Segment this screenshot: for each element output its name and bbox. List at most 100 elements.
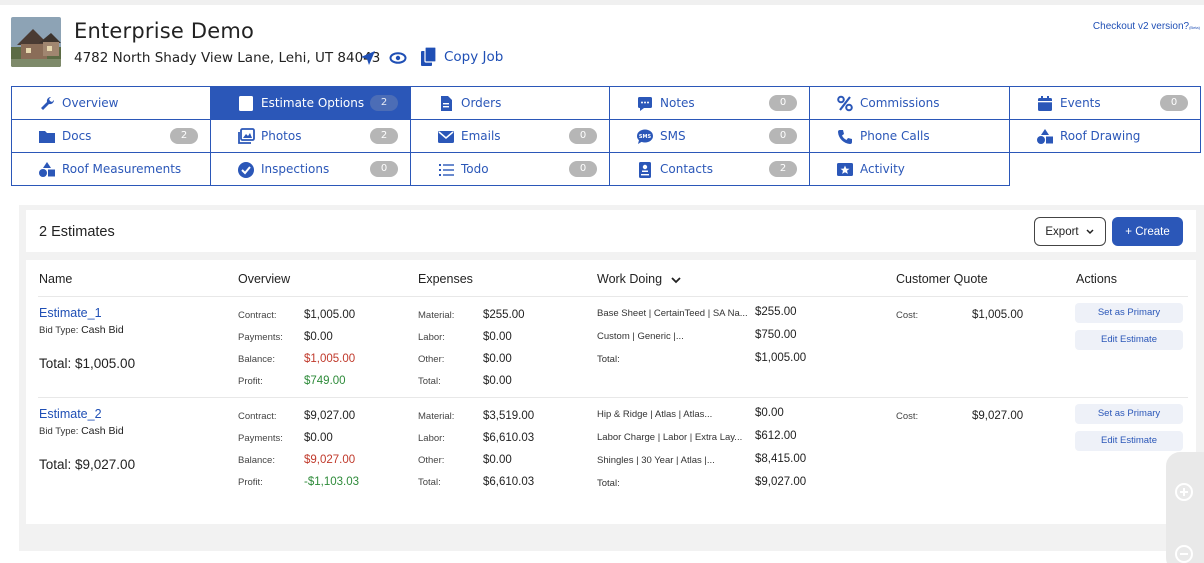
column-header-overview: Overview	[238, 272, 291, 286]
document-icon	[437, 95, 455, 111]
tab-label: Overview	[62, 96, 119, 110]
wrench-icon	[38, 95, 56, 111]
overview-label: Payments:	[238, 433, 283, 444]
work-item-value: $9,027.00	[755, 476, 807, 488]
copy-icon	[421, 46, 437, 66]
tab-events[interactable]: Events 0	[1009, 86, 1201, 120]
work-item-value: $255.00	[755, 306, 797, 318]
column-header-customer-quote: Customer Quote	[896, 272, 988, 286]
tab-roof-measurements[interactable]: Roof Measurements	[11, 152, 211, 186]
zoom-out-icon[interactable]	[1174, 544, 1194, 563]
tab-count-badge: 2	[769, 161, 797, 177]
tab-label: Docs	[62, 129, 92, 143]
tab-count-badge: 0	[569, 128, 597, 144]
eye-icon[interactable]	[389, 49, 407, 67]
job-address: 4782 North Shady View Lane, Lehi, UT 840…	[74, 50, 381, 66]
overview-label: Balance:	[238, 354, 275, 365]
expense-value: $255.00	[483, 309, 525, 321]
expense-label: Other:	[418, 455, 445, 466]
estimate-name-link[interactable]: Estimate_1	[39, 306, 102, 320]
tab-todo[interactable]: Todo 0	[410, 152, 610, 186]
tab-notes[interactable]: Notes 0	[609, 86, 810, 120]
expense-label: Labor:	[418, 332, 445, 343]
export-button[interactable]: Export	[1034, 217, 1106, 246]
tab-label: Commissions	[860, 96, 940, 110]
tab-orders[interactable]: Orders	[410, 86, 610, 120]
set-as-primary-button[interactable]: Set as Primary	[1075, 303, 1183, 323]
overview-value: $9,027.00	[304, 410, 356, 422]
job-title: Enterprise Demo	[74, 19, 255, 43]
tab-count-badge: 0	[569, 161, 597, 177]
column-header-work-doing[interactable]: Work Doing	[597, 272, 682, 286]
overview-value: $1,005.00	[304, 309, 356, 321]
expense-value: $0.00	[483, 353, 512, 365]
estimate-total: Total: $9,027.00	[39, 457, 136, 472]
expense-value: $0.00	[483, 331, 512, 343]
tab-overview[interactable]: Overview	[11, 86, 211, 120]
tab-photos[interactable]: Photos 2	[210, 119, 411, 153]
tab-commissions[interactable]: Commissions	[809, 86, 1010, 120]
overview-value: -$1,103.03	[304, 476, 359, 488]
set-as-primary-button[interactable]: Set as Primary	[1075, 404, 1183, 424]
estimate-name-link[interactable]: Estimate_2	[39, 407, 102, 421]
zoom-in-icon[interactable]	[1174, 482, 1194, 502]
work-item: Labor Charge | Labor | Extra Lay...	[597, 432, 743, 443]
tab-sms[interactable]: SMS SMS 0	[609, 119, 810, 153]
overview-label: Balance:	[238, 455, 275, 466]
quote-value: $9,027.00	[972, 410, 1024, 422]
tab-docs[interactable]: Docs 2	[11, 119, 211, 153]
work-item: Shingles | 30 Year | Atlas |...	[597, 455, 715, 466]
tab-activity[interactable]: Activity	[809, 152, 1010, 186]
expense-label: Labor:	[418, 433, 445, 444]
tab-emails[interactable]: Emails 0	[410, 119, 610, 153]
job-thumbnail[interactable]	[11, 17, 61, 67]
phone-icon	[836, 128, 854, 144]
tab-roof-drawing[interactable]: Roof Drawing	[1009, 119, 1201, 153]
tab-label: SMS	[660, 129, 686, 143]
tab-label: Emails	[461, 129, 501, 143]
bid-type: Bid Type: Cash Bid	[39, 324, 124, 336]
calculator-icon	[237, 95, 255, 111]
quote-label: Cost:	[896, 310, 919, 321]
list-icon	[437, 161, 455, 177]
copy-job-button[interactable]: Copy Job	[420, 46, 503, 68]
copy-job-label: Copy Job	[444, 49, 504, 65]
create-button[interactable]: + Create	[1112, 217, 1183, 246]
column-header-name: Name	[39, 272, 73, 286]
tab-estimate-options[interactable]: Estimate Options 2	[210, 86, 411, 120]
tab-phone-calls[interactable]: Phone Calls	[809, 119, 1010, 153]
tab-label: Orders	[461, 96, 502, 110]
work-item: Total:	[597, 354, 620, 365]
bid-type: Bid Type: Cash Bid	[39, 425, 124, 437]
overview-label: Contract:	[238, 310, 277, 321]
tab-contacts[interactable]: Contacts 2	[609, 152, 810, 186]
work-item: Total:	[597, 478, 620, 489]
bid-type-value: Cash Bid	[81, 324, 124, 336]
tab-label: Activity	[860, 162, 905, 176]
expense-value: $6,610.03	[483, 476, 535, 488]
edit-estimate-button[interactable]: Edit Estimate	[1075, 431, 1183, 451]
folder-icon	[38, 128, 56, 144]
overview-label: Profit:	[238, 477, 263, 488]
percent-icon	[836, 95, 854, 112]
header-divider	[38, 296, 1188, 297]
tab-label: Roof Measurements	[62, 162, 182, 176]
checkout-beta-text: (Beta)	[1189, 25, 1200, 30]
quote-label: Cost:	[896, 411, 919, 422]
work-item: Custom | Generic |...	[597, 331, 684, 342]
overview-label: Payments:	[238, 332, 283, 343]
navigate-icon[interactable]	[359, 49, 377, 67]
tab-label: Events	[1060, 96, 1101, 110]
envelope-icon	[437, 128, 455, 144]
tab-count-badge: 0	[370, 161, 398, 177]
tab-count-badge: 0	[769, 95, 797, 111]
calendar-icon	[1036, 95, 1054, 111]
chevron-down-icon	[670, 277, 681, 283]
shapes-icon	[1036, 128, 1054, 144]
checkout-v2-link[interactable]: Checkout v2 version?(Beta)	[1093, 21, 1200, 32]
tab-inspections[interactable]: Inspections 0	[210, 152, 411, 186]
contact-card-icon	[636, 161, 654, 178]
tab-label: Estimate Options	[261, 96, 365, 110]
work-item: Hip & Ridge | Atlas | Atlas...	[597, 409, 713, 420]
edit-estimate-button[interactable]: Edit Estimate	[1075, 330, 1183, 350]
